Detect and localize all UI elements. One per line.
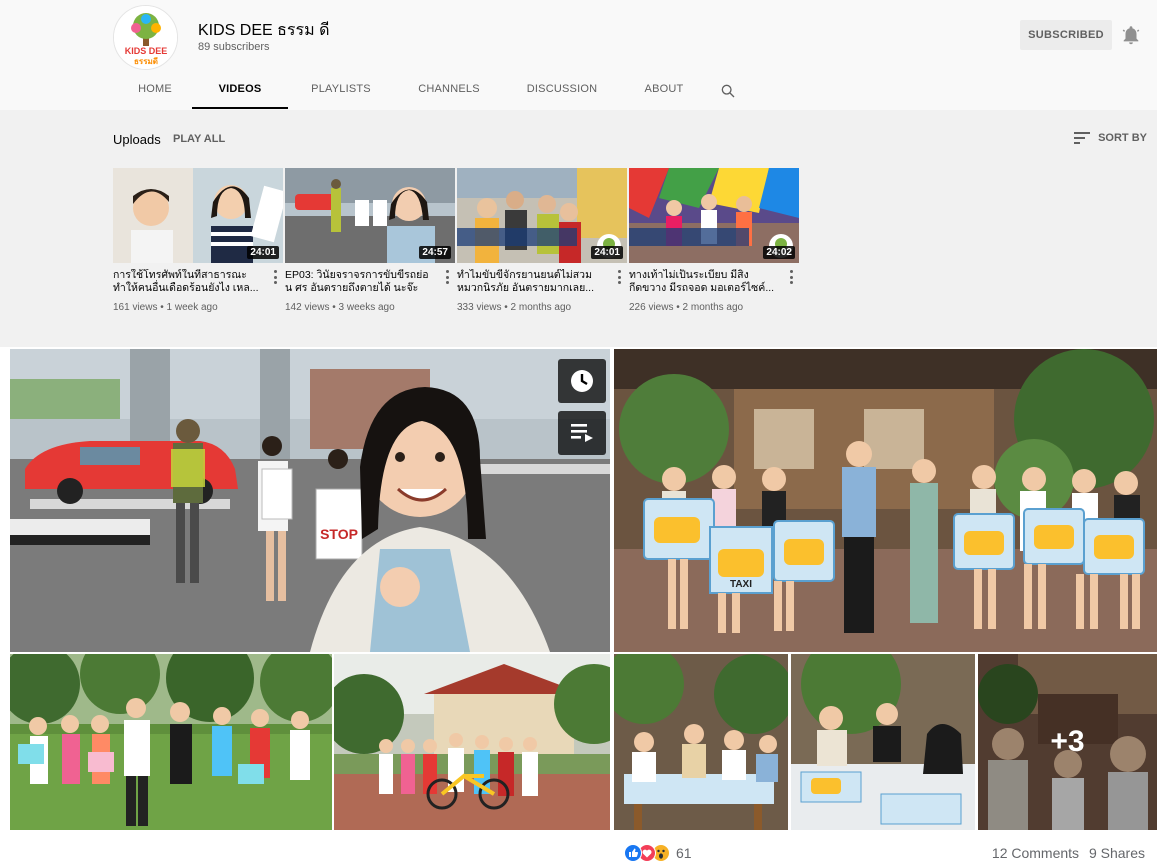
uploads-title: Uploads [113, 132, 161, 147]
tab-playlists[interactable]: PLAYLISTS [288, 72, 394, 109]
sort-by-button[interactable]: SORT BY [1074, 132, 1147, 144]
shares-count[interactable]: 9 Shares [1089, 845, 1145, 861]
video-meta: 142 views • 3 weeks ago [285, 302, 395, 313]
video-duration: 24:01 [591, 246, 623, 259]
stop-sign-text: STOP [320, 526, 358, 542]
collage-photo-taxi-group[interactable]: TAXI [614, 349, 1157, 652]
subscribed-button[interactable]: SUBSCRIBED [1020, 20, 1112, 50]
reaction-summary[interactable]: 61 [624, 843, 692, 863]
collage-photo-more[interactable]: +3 [978, 654, 1157, 830]
logo-text-top: KIDS DEE [125, 46, 168, 56]
collage-photo-park-group[interactable] [10, 654, 332, 830]
channel-header: KIDS DEE ธรรมดี KIDS DEE ธรรม ดี 89 subs… [0, 0, 1157, 110]
video-meta: 161 views • 1 week ago [113, 302, 218, 313]
more-photos-count[interactable]: +3 [978, 654, 1157, 830]
channel-tabs: HOME VIDEOS PLAYLISTS CHANNELS DISCUSSIO… [118, 72, 738, 109]
subscriber-count: 89 subscribers [198, 41, 270, 53]
tab-home[interactable]: HOME [118, 72, 192, 109]
video-duration: 24:02 [763, 246, 795, 259]
video-card[interactable]: 24:02 ทางเท้าไม่เป็นระเบียบ มีสิ่ง กีดขว… [629, 168, 799, 313]
more-options-icon[interactable] [273, 270, 277, 284]
tab-videos[interactable]: VIDEOS [192, 72, 288, 109]
channel-avatar[interactable]: KIDS DEE ธรรมดี [113, 5, 178, 70]
comments-count[interactable]: 12 Comments [992, 845, 1079, 861]
tab-discussion[interactable]: DISCUSSION [504, 72, 620, 109]
video-thumbnail[interactable]: 24:01 [113, 168, 283, 263]
video-title[interactable]: ทางเท้าไม่เป็นระเบียบ มีสิ่ง กีดขวาง มีร… [629, 269, 779, 296]
video-card[interactable]: 24:01 ทำไมขับขี่จักรยานยนต์ไม่สวม หมวกนิ… [457, 168, 627, 313]
collage-photo-craft-2[interactable] [791, 654, 975, 830]
video-title[interactable]: การใช้โทรศัพท์ในที่สาธารณะ ทำให้คนอื่นเด… [113, 269, 263, 296]
video-thumbnail[interactable]: 24:57 [285, 168, 455, 263]
watch-later-icon[interactable] [558, 359, 606, 403]
collage-photo-traffic[interactable]: STOP [10, 349, 610, 652]
logo-text-bottom: ธรรมดี [134, 56, 158, 66]
tab-channels[interactable]: CHANNELS [394, 72, 504, 109]
uploads-section: Uploads PLAY ALL SORT BY 24:01 การใช้โทร… [0, 110, 1157, 347]
tab-about[interactable]: ABOUT [620, 72, 708, 109]
like-reaction-icon [624, 844, 642, 862]
video-title[interactable]: EP03: วินัยจราจรการขับขี่รถย่อน ศร อันตร… [285, 269, 435, 296]
more-options-icon[interactable] [789, 270, 793, 284]
video-duration: 24:57 [419, 246, 451, 259]
search-icon[interactable] [718, 72, 738, 109]
taxi-sign-text: TAXI [730, 579, 752, 590]
sort-icon [1074, 132, 1091, 144]
more-options-icon[interactable] [617, 270, 621, 284]
video-duration: 24:01 [247, 246, 279, 259]
video-meta: 226 views • 2 months ago [629, 302, 744, 313]
video-thumbnail[interactable]: 24:02 [629, 168, 799, 263]
notification-bell-icon[interactable] [1120, 24, 1142, 46]
video-card[interactable]: 24:01 การใช้โทรศัพท์ในที่สาธารณะ ทำให้คน… [113, 168, 283, 313]
video-thumbnail[interactable]: 24:01 [457, 168, 627, 263]
video-title[interactable]: ทำไมขับขี่จักรยานยนต์ไม่สวม หมวกนิรภัย อ… [457, 269, 607, 296]
add-to-queue-icon[interactable] [558, 411, 606, 455]
sort-by-label: SORT BY [1098, 132, 1147, 144]
collage-photo-craft-1[interactable] [614, 654, 788, 830]
play-all-button[interactable]: PLAY ALL [173, 133, 225, 145]
reaction-count: 61 [676, 845, 692, 861]
comments-shares: 12 Comments 9 Shares [986, 845, 1145, 861]
video-meta: 333 views • 2 months ago [457, 302, 572, 313]
video-card[interactable]: 24:57 EP03: วินัยจราจรการขับขี่รถย่อน ศร… [285, 168, 455, 313]
collage-photo-bicycle[interactable] [334, 654, 610, 830]
more-options-icon[interactable] [445, 270, 449, 284]
channel-name: KIDS DEE ธรรม ดี [198, 22, 330, 39]
